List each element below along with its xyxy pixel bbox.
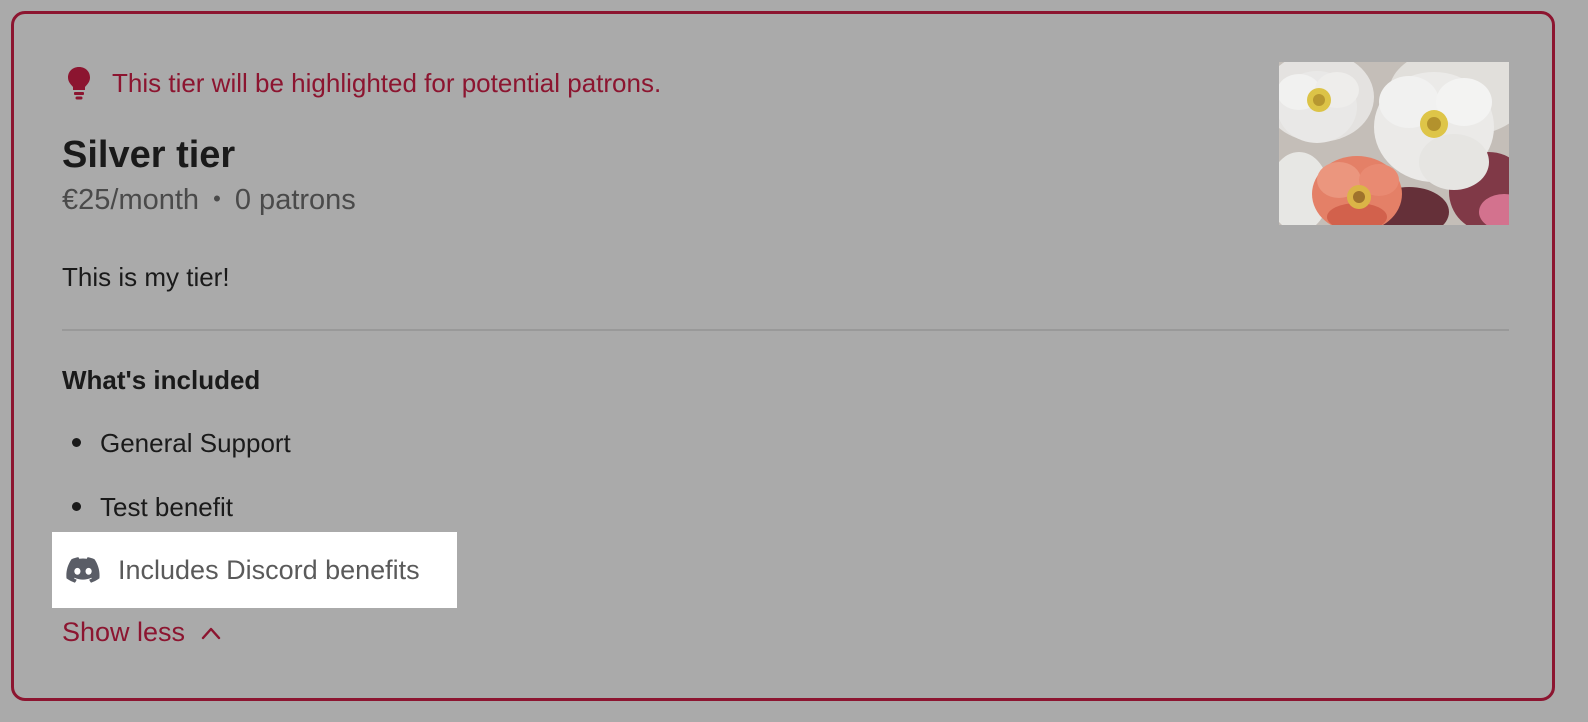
show-less-label: Show less: [62, 617, 186, 647]
tier-patron-count: 0 patrons: [234, 184, 356, 216]
tier-description: This is my tier!: [62, 262, 230, 292]
discord-icon: [66, 557, 100, 583]
lightbulb-icon: [68, 67, 90, 100]
benefits-list: General Support Test benefit: [62, 418, 291, 546]
tier-price: €25/month: [62, 184, 200, 216]
benefit-label: Test benefit: [100, 492, 233, 522]
flowers-illustration: [1279, 62, 1509, 225]
discord-benefits-label: Includes Discord benefits: [118, 554, 420, 585]
meta-separator: •: [213, 186, 221, 211]
tier-title: Silver tier: [62, 134, 236, 176]
whats-included-heading: What's included: [62, 365, 261, 395]
benefit-item: General Support: [62, 418, 291, 482]
chevron-up-icon: [201, 627, 221, 639]
highlight-note: This tier will be highlighted for potent…: [66, 66, 661, 100]
divider: [62, 329, 1509, 331]
bullet-icon: [72, 438, 81, 447]
discord-benefits-badge: Includes Discord benefits: [52, 532, 457, 608]
tier-meta: €25/month • 0 patrons: [62, 184, 356, 217]
bullet-icon: [72, 502, 81, 511]
benefit-label: General Support: [100, 428, 291, 458]
show-less-button[interactable]: Show less: [62, 617, 221, 648]
tier-image: [1279, 62, 1509, 225]
highlight-note-text: This tier will be highlighted for potent…: [112, 67, 662, 98]
tier-card: This tier will be highlighted for potent…: [11, 11, 1555, 701]
